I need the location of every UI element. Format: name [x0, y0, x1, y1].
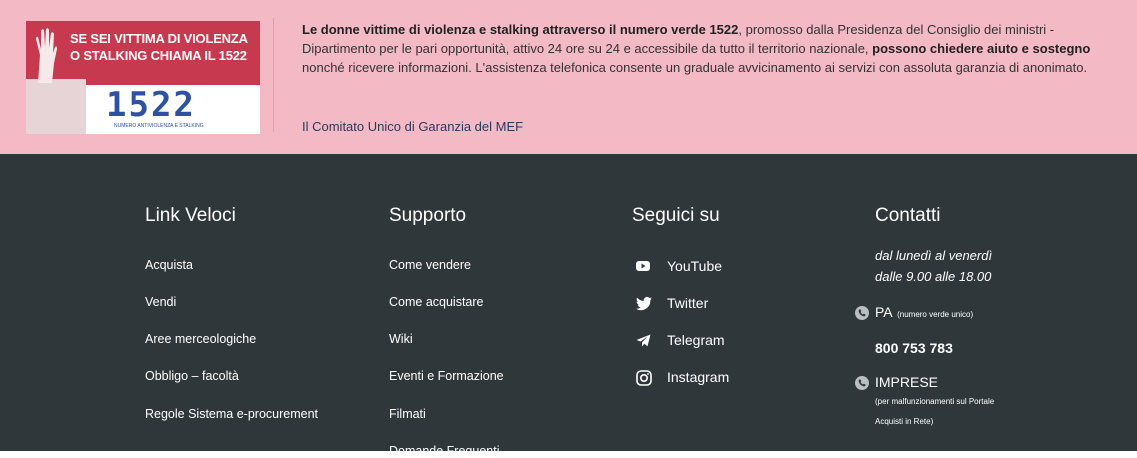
- link-domande-frequenti[interactable]: Domande Frequenti: [389, 444, 499, 458]
- social-column: Seguici su YouTube Twitter Telegram Inst…: [632, 204, 729, 386]
- contacts-imprese-label: IMPRESE: [875, 374, 939, 390]
- cug-mef-link[interactable]: Il Comitato Unico di Garanzia del MEF: [302, 119, 523, 134]
- contacts-hours-time: dalle 9.00 alle 18.00: [875, 269, 992, 284]
- contacts-pa-number[interactable]: 800 753 783: [875, 340, 953, 356]
- telegram-icon: [636, 334, 651, 347]
- contacts-imprese: IMPRESE: [855, 374, 939, 392]
- link-wiki[interactable]: Wiki: [389, 332, 413, 346]
- logo-number: 1522: [106, 85, 196, 125]
- violence-helpline-banner: SE SEI VITTIMA DI VIOLENZA O STALKING CH…: [0, 0, 1137, 154]
- contacts-title: Contatti: [875, 205, 941, 226]
- banner-divider: [273, 18, 274, 132]
- logo-subtitle: NUMERO ANTIVIOLENZA E STALKING: [114, 123, 204, 129]
- link-come-vendere[interactable]: Come vendere: [389, 258, 471, 272]
- contacts-imprese-note2: Acquisti in Rete): [875, 417, 934, 426]
- link-come-acquistare[interactable]: Come acquistare: [389, 295, 484, 309]
- contacts-pa: PA (numero verde unico): [855, 304, 974, 322]
- contacts-hours-days: dal lunedì al venerdì: [875, 248, 993, 263]
- social-instagram-label: Instagram: [667, 369, 730, 385]
- contacts-imprese-note1: (per malfunzionamenti sul Portale: [875, 397, 995, 406]
- link-acquista[interactable]: Acquista: [145, 258, 193, 272]
- phone-icon: [855, 306, 869, 320]
- banner-text-bold-1: Le donne vittime di violenza e stalking …: [302, 22, 739, 37]
- banner-text-bold-2: possono chiedere aiuto e sostegno: [872, 41, 1091, 56]
- phone-icon: [855, 376, 869, 390]
- social-title: Seguici su: [632, 205, 720, 226]
- banner-text-4: nonché ricevere informazioni. L'assisten…: [302, 60, 1088, 75]
- support-title: Supporto: [389, 205, 467, 226]
- logo-scarf-band: [26, 79, 86, 134]
- banner-description: Le donne vittime di violenza e stalking …: [302, 20, 1102, 77]
- twitter-icon: [636, 296, 652, 311]
- link-eventi-formazione[interactable]: Eventi e Formazione: [389, 369, 504, 383]
- link-regole-e-procurement[interactable]: Regole Sistema e-procurement: [145, 407, 318, 421]
- social-twitter-label: Twitter: [667, 295, 709, 311]
- link-vendi[interactable]: Vendi: [145, 295, 176, 309]
- quick-links-column: Link Veloci Acquista Vendi Aree merceolo…: [145, 204, 318, 421]
- logo-text-line2: O STALKING CHIAMA IL 1522: [70, 48, 247, 63]
- link-aree-merceologiche[interactable]: Aree merceologiche: [145, 332, 256, 346]
- contacts-pa-note: (numero verde unico): [897, 310, 974, 319]
- contacts-pa-label: PA: [875, 304, 893, 320]
- quick-links-title: Link Veloci: [145, 205, 236, 226]
- link-obbligo-facolta[interactable]: Obbligo – facoltà: [145, 369, 239, 383]
- social-telegram-label: Telegram: [667, 332, 725, 348]
- social-youtube-label: YouTube: [667, 258, 723, 274]
- support-column: Supporto Come vendere Come acquistare Wi…: [389, 204, 504, 458]
- link-filmati[interactable]: Filmati: [389, 407, 426, 421]
- footer: Link Veloci Acquista Vendi Aree merceolo…: [0, 154, 1137, 458]
- instagram-icon: [636, 370, 652, 386]
- helpline-1522-logo[interactable]: SE SEI VITTIMA DI VIOLENZA O STALKING CH…: [26, 21, 260, 134]
- raised-hand-icon: [36, 28, 57, 83]
- youtube-icon: [636, 261, 650, 271]
- logo-text-line1: SE SEI VITTIMA DI VIOLENZA: [70, 31, 248, 46]
- contacts-column: Contatti dal lunedì al venerdì dalle 9.0…: [855, 204, 994, 426]
